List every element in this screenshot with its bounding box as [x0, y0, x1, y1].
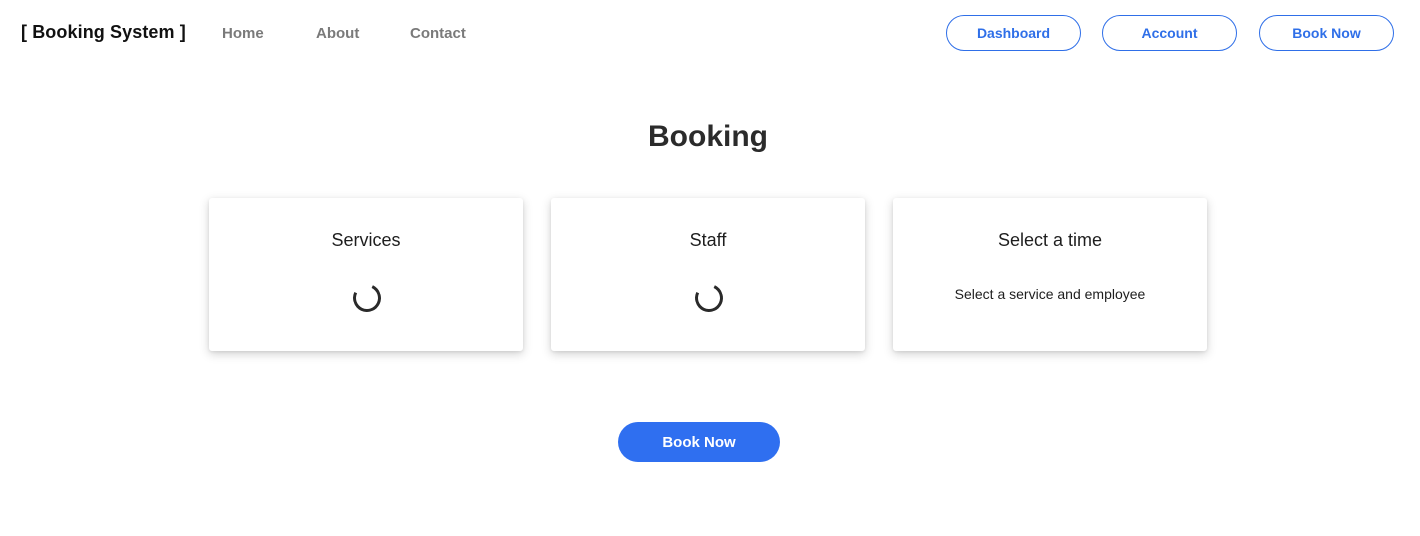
top-navbar: [ Booking System ] Home About Contact Da…: [0, 0, 1420, 68]
brand-logo[interactable]: [ Booking System ]: [21, 22, 186, 43]
page-title: Booking: [648, 120, 768, 153]
loading-spinner-icon: [691, 280, 727, 316]
account-button[interactable]: Account: [1102, 15, 1237, 51]
loading-spinner-icon: [349, 280, 385, 316]
staff-card-title: Staff: [689, 230, 727, 250]
select-time-card-title: Select a time: [997, 230, 1103, 250]
booking-page: [ Booking System ] Home About Contact Da…: [0, 0, 1420, 536]
select-time-message: Select a service and employee: [954, 286, 1146, 302]
select-time-card[interactable]: Select a time Select a service and emplo…: [893, 198, 1207, 351]
header-book-now-button[interactable]: Book Now: [1259, 15, 1394, 51]
nav-link-about[interactable]: About: [316, 25, 359, 42]
dashboard-button[interactable]: Dashboard: [946, 15, 1081, 51]
services-card[interactable]: Services: [209, 198, 523, 351]
staff-card[interactable]: Staff: [551, 198, 865, 351]
page-title-container: Booking: [0, 120, 1420, 154]
book-now-button[interactable]: Book Now: [618, 422, 780, 462]
services-card-title: Services: [331, 230, 401, 250]
nav-link-home[interactable]: Home: [222, 25, 264, 42]
nav-link-contact[interactable]: Contact: [410, 25, 466, 42]
